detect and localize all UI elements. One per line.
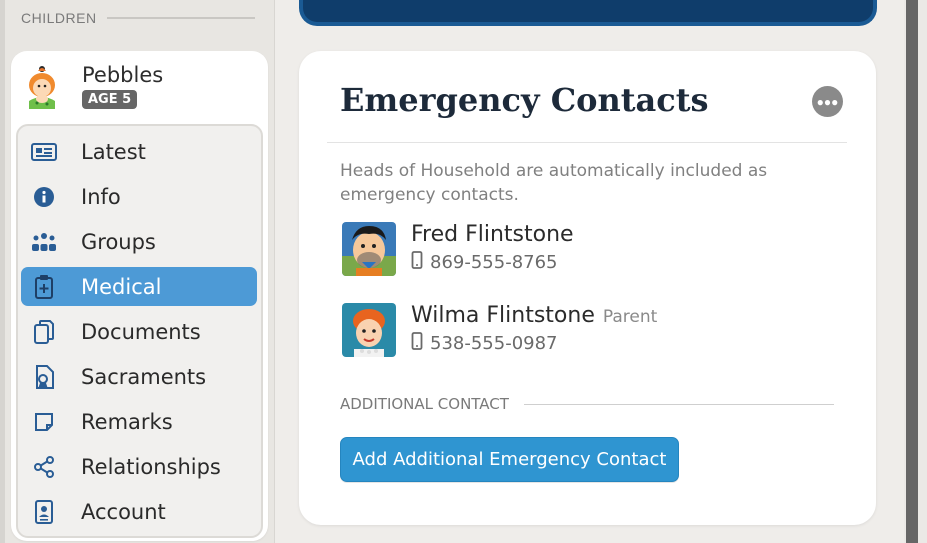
- contact-photo: [342, 303, 396, 357]
- household-note: Heads of Household are automatically inc…: [340, 161, 768, 205]
- medical-clipboard-icon: [29, 272, 59, 302]
- sacraments-icon: [29, 362, 59, 392]
- nav-label: Medical: [81, 274, 162, 299]
- contact-row[interactable]: Wilma Flintstone Parent 538-555-0987: [342, 303, 657, 357]
- relationship-label: Parent: [602, 307, 658, 327]
- sidebar-edge: [0, 0, 5, 543]
- nav-label: Latest: [81, 139, 146, 164]
- add-emergency-contact-button[interactable]: Add Additional Emergency Contact: [340, 437, 679, 482]
- additional-divider: [523, 403, 834, 405]
- mobile-phone-icon: [411, 251, 423, 274]
- mobile-phone-icon: [411, 332, 423, 355]
- section-label: CHILDREN: [21, 10, 97, 26]
- nav-item-info[interactable]: Info: [21, 177, 257, 216]
- ellipsis-icon: ●●●: [816, 94, 839, 109]
- child-nav: Latest Info Groups Medical Documents Sac…: [16, 124, 263, 538]
- id-badge-icon: [29, 497, 59, 527]
- nav-item-sacraments[interactable]: Sacraments: [21, 357, 257, 396]
- phone-number: 538-555-0987: [430, 333, 558, 354]
- title-divider: [327, 142, 847, 143]
- section-divider: [106, 17, 255, 19]
- additional-contact-label: ADDITIONAL CONTACT: [340, 395, 509, 413]
- nav-label: Info: [81, 184, 121, 209]
- contact-photo: [342, 222, 396, 276]
- top-banner: [299, 0, 877, 26]
- phone-number: 869-555-8765: [430, 252, 558, 273]
- note-icon: [29, 407, 59, 437]
- contact-phone[interactable]: 869-555-8765: [411, 251, 574, 274]
- info-circle-icon: [29, 182, 59, 212]
- emergency-contacts-card: Emergency Contacts ●●● Heads of Househol…: [299, 51, 876, 525]
- age-badge: AGE 5: [82, 90, 138, 109]
- child-card: Pebbles AGE 5 Latest Info Groups Medical…: [11, 51, 268, 541]
- share-nodes-icon: [29, 452, 59, 482]
- nav-item-relationships[interactable]: Relationships: [21, 447, 257, 486]
- scrollbar[interactable]: [904, 0, 927, 543]
- newspaper-icon: [29, 137, 59, 167]
- nav-item-latest[interactable]: Latest: [21, 132, 257, 171]
- documents-icon: [29, 317, 59, 347]
- contact-row[interactable]: Fred Flintstone 869-555-8765: [342, 222, 574, 276]
- card-title: Emergency Contacts: [340, 81, 709, 119]
- nav-item-groups[interactable]: Groups: [21, 222, 257, 261]
- contact-name: Fred Flintstone: [411, 222, 574, 247]
- more-options-button[interactable]: ●●●: [812, 86, 843, 117]
- child-avatar: [21, 63, 63, 109]
- nav-label: Groups: [81, 229, 156, 254]
- nav-item-account[interactable]: Account: [21, 492, 257, 531]
- nav-label: Sacraments: [81, 364, 207, 389]
- nav-item-documents[interactable]: Documents: [21, 312, 257, 351]
- scrollbar-track[interactable]: [906, 0, 918, 543]
- nav-item-remarks[interactable]: Remarks: [21, 402, 257, 441]
- groups-icon: [29, 227, 59, 257]
- contact-name: Wilma Flintstone: [411, 303, 595, 328]
- additional-contact-header: ADDITIONAL CONTACT: [340, 395, 834, 413]
- sidebar: CHILDREN Pebbles AGE 5 Latest Info Group…: [0, 0, 275, 543]
- nav-label: Remarks: [81, 409, 173, 434]
- nav-label: Relationships: [81, 454, 221, 479]
- children-section-header: CHILDREN: [21, 10, 255, 26]
- nav-label: Account: [81, 499, 166, 524]
- child-header[interactable]: Pebbles AGE 5: [21, 63, 163, 109]
- contact-phone[interactable]: 538-555-0987: [411, 332, 657, 355]
- child-name: Pebbles: [82, 63, 164, 87]
- nav-item-medical[interactable]: Medical: [21, 267, 257, 306]
- nav-label: Documents: [81, 319, 201, 344]
- main-content: Emergency Contacts ●●● Heads of Househol…: [276, 0, 904, 543]
